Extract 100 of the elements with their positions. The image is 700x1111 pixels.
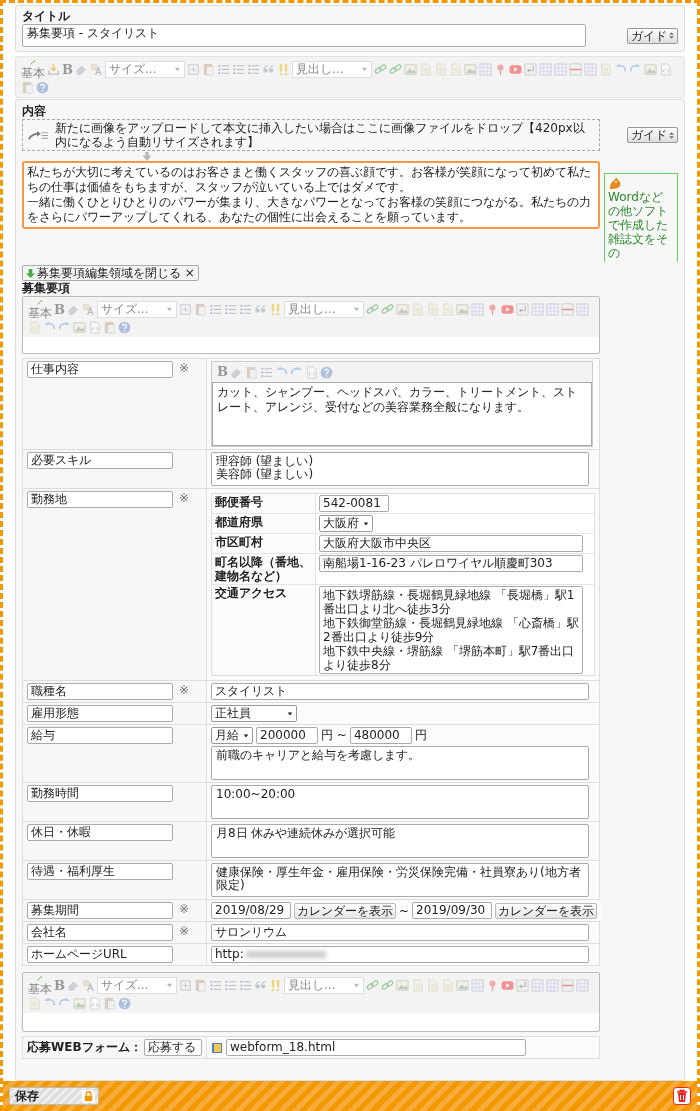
rich-text-editor[interactable]: 基本B サイズ... 見出し... [22, 972, 600, 1032]
table-icon[interactable] [471, 303, 484, 316]
table-icon[interactable] [471, 979, 484, 992]
document-icon[interactable] [441, 979, 454, 992]
close-editor-button[interactable]: 募集要項編集領域を閉じる × [22, 265, 199, 281]
list-icon[interactable] [232, 63, 245, 76]
calendar-button[interactable]: カレンダーを表示 [495, 902, 598, 919]
title-field[interactable]: 募集要項 - スタイリスト [22, 24, 586, 47]
source-code-icon[interactable] [305, 365, 318, 379]
document-icon[interactable] [441, 303, 454, 316]
text-input[interactable]: 応募する [143, 1039, 202, 1056]
label-input[interactable]: 待遇・福利厚生 [27, 863, 173, 880]
rich-text-editor[interactable]: 基本B サイズ... 見出し... [22, 296, 600, 354]
list-icon[interactable] [209, 979, 222, 992]
exclamation-icon[interactable] [269, 303, 282, 316]
map-pin-icon[interactable] [494, 63, 507, 76]
guide-button[interactable]: ガイド [627, 27, 678, 44]
toolbar-dropdown[interactable]: サイズ... [105, 61, 185, 78]
text-input[interactable]: 480000 [349, 727, 412, 744]
text-area[interactable]: 健康保険・厚生年金・雇用保険・労災保険完備・社員寮あり(地方者限定) [211, 863, 589, 897]
document-icon[interactable] [426, 979, 439, 992]
image-icon[interactable] [464, 63, 477, 76]
font-color-icon[interactable] [90, 63, 103, 76]
list-icon[interactable] [247, 63, 260, 76]
video-icon[interactable] [509, 63, 522, 76]
clipboard-icon[interactable] [194, 303, 207, 316]
text-area[interactable]: 理容師 (望ましい) 美容師 (望ましい) [211, 452, 589, 486]
toolbar-dropdown[interactable]: 見出し... [284, 977, 364, 994]
list-icon[interactable] [224, 979, 237, 992]
table-icon[interactable] [576, 303, 589, 316]
clipboard-icon[interactable] [245, 365, 258, 379]
drop-zone[interactable]: 新たに画像をアップロードして本文に挿入したい場合はここに画像ファイルをドロップ【420px以内になるよう自動リサイズされます】 [22, 119, 600, 151]
eraser-icon[interactable] [67, 303, 80, 316]
toolbar-dropdown[interactable]: 見出し... [292, 61, 372, 78]
video-icon[interactable] [501, 979, 514, 992]
text-area[interactable]: 月8日 休みや連続休みが選択可能 [211, 824, 589, 858]
image-icon[interactable] [644, 63, 657, 76]
text-input[interactable]: 542-0081 [319, 495, 389, 512]
label-input[interactable]: 勤務地 [27, 491, 173, 508]
document-icon[interactable] [28, 321, 41, 334]
exclamation-icon[interactable] [269, 979, 282, 992]
dropdown-select[interactable]: 正社員 [211, 705, 297, 722]
label-input[interactable]: 雇用形態 [27, 705, 173, 722]
list-icon[interactable] [217, 63, 230, 76]
link-icon[interactable] [366, 303, 379, 316]
plus-icon[interactable] [179, 303, 192, 316]
text-input[interactable]: サロンリウム [211, 924, 589, 941]
tray-download-icon[interactable] [47, 63, 60, 76]
clipboard-icon[interactable] [194, 979, 207, 992]
source-code-icon[interactable] [88, 321, 101, 334]
document-icon[interactable] [434, 63, 447, 76]
image-icon[interactable] [396, 303, 409, 316]
label-input[interactable]: 仕事内容 [27, 361, 173, 378]
table-icon[interactable] [576, 979, 589, 992]
date-input[interactable]: 2019/08/29 [211, 902, 291, 919]
date-input[interactable]: 2019/09/30 [412, 902, 493, 919]
label-input[interactable]: 職種名 [27, 683, 173, 700]
book-icon[interactable] [211, 1041, 223, 1054]
list-icon[interactable] [239, 303, 252, 316]
calendar-button[interactable]: カレンダーを表示 [294, 902, 396, 919]
text-input[interactable]: 200000 [256, 727, 318, 744]
map-pin-icon[interactable] [486, 979, 499, 992]
content-field[interactable]: 私たちが大切に考えているのはお客さまと働くスタッフの喜ぶ顔です。お客様が笑顔になって初めて私たちの仕事は価値をもちますが、スタッフが泣いている上ではダメです。 一緒に働くひとりひとりのパワーが集まり、大きなパワーとなってお客様の笑顔につながる。私たちの力をさらにパワーアップしてくれる、あなたの個性に出会えることを願っています。 [22, 161, 600, 229]
image-icon[interactable] [396, 979, 409, 992]
table-icon[interactable] [479, 63, 492, 76]
guide-button[interactable]: ガイド [627, 127, 678, 143]
document-icon[interactable] [426, 303, 439, 316]
label-input[interactable]: 会社名 [27, 924, 173, 941]
clipboard-icon[interactable] [103, 997, 116, 1010]
toolbar-dropdown[interactable]: 見出し... [284, 301, 364, 318]
image-icon[interactable] [73, 321, 86, 334]
label-input[interactable]: 給与 [27, 727, 173, 744]
text-area[interactable]: 前職のキャリアと給与を考慮します。 [211, 746, 589, 780]
table-icon[interactable] [546, 979, 559, 992]
clipboard-icon[interactable] [103, 321, 116, 334]
save-button[interactable]: 保存 [9, 1087, 99, 1105]
table-icon[interactable] [531, 303, 544, 316]
link-icon[interactable] [389, 63, 402, 76]
label-input[interactable]: 勤務時間 [27, 785, 173, 802]
plus-icon[interactable] [187, 63, 200, 76]
source-code-icon[interactable] [659, 63, 672, 76]
list-icon[interactable] [239, 979, 252, 992]
text-input[interactable]: webform_18.html [226, 1039, 526, 1056]
clipboard-icon[interactable] [202, 63, 215, 76]
table-icon[interactable] [539, 63, 552, 76]
document-icon[interactable] [28, 997, 41, 1010]
font-color-icon[interactable] [82, 303, 95, 316]
text-input[interactable]: http: [211, 946, 589, 963]
dropdown-select[interactable]: 大阪府 [319, 515, 373, 532]
rich-text-editor[interactable]: B カット、シャンプー、ヘッドスパ、カラー、トリートメント、ストレート、アレンジ、受付などの美容業務全般になります。 [211, 361, 593, 447]
label-input[interactable]: ホームページURL [27, 946, 173, 963]
clipboard-icon[interactable] [21, 81, 34, 94]
trash-icon[interactable] [673, 1087, 691, 1105]
table-icon[interactable] [584, 63, 597, 76]
image-icon[interactable] [456, 979, 469, 992]
table-icon[interactable] [554, 63, 567, 76]
list-icon[interactable] [260, 365, 273, 379]
enter-icon[interactable] [516, 979, 529, 992]
table-icon[interactable] [531, 979, 544, 992]
table-icon[interactable] [546, 303, 559, 316]
